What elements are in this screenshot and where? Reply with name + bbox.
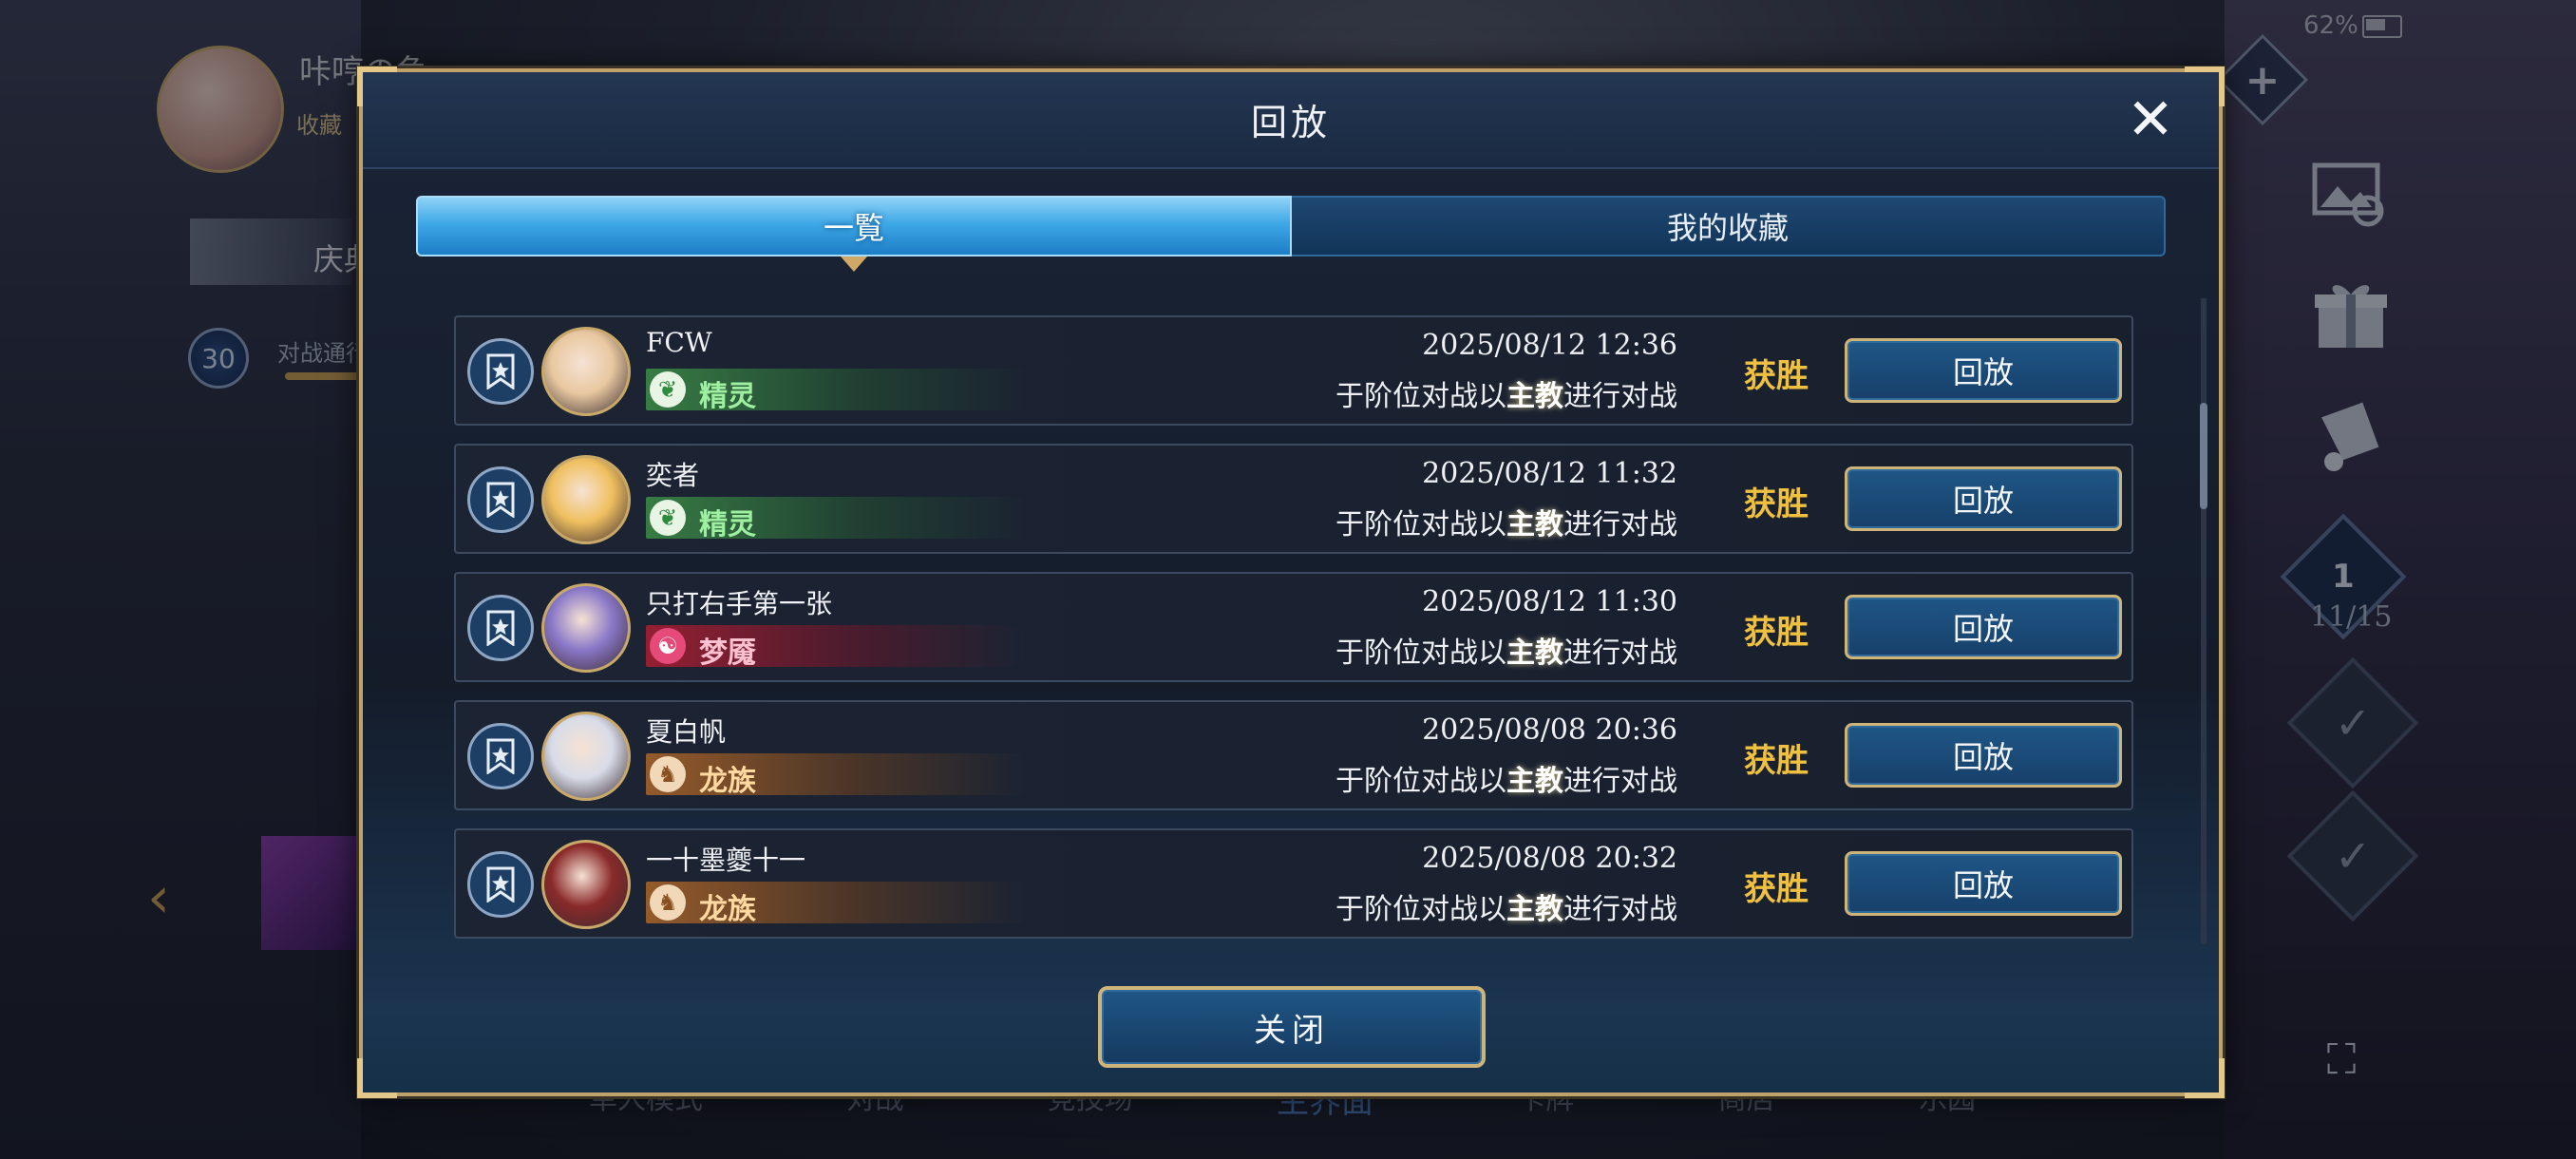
replay-button[interactable]: 回放 (1845, 595, 2122, 659)
class-name: 精灵 (699, 508, 756, 542)
match-description: 于阶位对战以主教进行对战 (1335, 765, 1677, 798)
leaf-icon: ❦ (650, 500, 686, 536)
opponent-name: 只打右手第一张 (646, 588, 833, 619)
tab-my-favorites[interactable]: 我的收藏 (1292, 196, 2166, 256)
replay-row: 奕者 ❦ 精灵 2025/08/12 11:32 于阶位对战以主教进行对战 获胜 回放 (454, 444, 2133, 554)
replay-button[interactable]: 回放 (1845, 723, 2122, 788)
player-portrait (541, 712, 631, 801)
class-badge: ❦ 精灵 (646, 497, 1026, 542)
scrollbar-thumb[interactable] (2200, 403, 2207, 509)
tab-all[interactable]: 一覧 (416, 196, 1292, 272)
dragon-icon: ♞ (650, 756, 686, 792)
match-description: 于阶位对战以主教进行对战 (1335, 508, 1677, 542)
match-description: 于阶位对战以主教进行对战 (1335, 636, 1677, 670)
class-badge: ☯ 梦魇 (646, 625, 1026, 670)
leaf-icon: ❦ (650, 371, 686, 408)
dialog-header: 回放 ✕ (363, 72, 2219, 169)
replay-button[interactable]: 回放 (1845, 466, 2122, 531)
match-datetime: 2025/08/08 20:32 (1422, 842, 1677, 875)
match-result: 获胜 (1744, 742, 1809, 780)
replay-button[interactable]: 回放 (1845, 338, 2122, 403)
class-name: 梦魇 (699, 636, 756, 670)
class-badge: ♞ 龙族 (646, 882, 1026, 926)
opponent-name: 奕者 (646, 460, 700, 491)
close-button[interactable]: 关闭 (1098, 986, 1486, 1068)
match-datetime: 2025/08/12 12:36 (1422, 329, 1677, 362)
opponent-name: 夏白帆 (646, 716, 727, 748)
class-name: 龙族 (699, 765, 756, 798)
player-portrait (541, 327, 631, 416)
replay-row: 只打右手第一张 ☯ 梦魇 2025/08/12 11:30 于阶位对战以主教进行对战 获胜… (454, 572, 2133, 682)
match-description: 于阶位对战以主教进行对战 (1335, 380, 1677, 413)
bookmark-icon[interactable] (467, 466, 534, 533)
match-datetime: 2025/08/08 20:36 (1422, 713, 1677, 747)
match-result: 获胜 (1744, 870, 1809, 908)
replay-row: 夏白帆 ♞ 龙族 2025/08/08 20:36 于阶位对战以主教进行对战 获胜 回放 (454, 700, 2133, 810)
bookmark-icon[interactable] (467, 723, 534, 789)
player-portrait (541, 840, 631, 929)
opponent-name: FCW (646, 327, 712, 358)
dialog-title: 回放 (1250, 102, 1331, 143)
class-badge: ♞ 龙族 (646, 753, 1026, 798)
class-badge: ❦ 精灵 (646, 369, 1026, 413)
match-datetime: 2025/08/12 11:30 (1422, 585, 1677, 618)
replay-row: FCW ❦ 精灵 2025/08/12 12:36 于阶位对战以主教进行对战 获胜 回放 (454, 315, 2133, 426)
replay-row: 一十墨夔十一 ♞ 龙族 2025/08/08 20:32 于阶位对战以主教进行对战 获胜回… (454, 828, 2133, 939)
replay-dialog: 回放 ✕ 一覧 我的收藏 FCW ❦ 精灵 2025/08/12 12:36 于阶位对战… (357, 66, 2225, 1098)
tab-bar: 一覧 我的收藏 (416, 196, 2166, 272)
bookmark-icon[interactable] (467, 338, 534, 405)
replay-list: FCW ❦ 精灵 2025/08/12 12:36 于阶位对战以主教进行对战 获胜 回放 奕者… (454, 315, 2147, 1009)
opponent-name: 一十墨夔十一 (646, 845, 806, 876)
player-portrait (541, 455, 631, 544)
match-result: 获胜 (1744, 485, 1809, 523)
match-datetime: 2025/08/12 11:32 (1422, 457, 1677, 490)
close-icon[interactable]: ✕ (2122, 91, 2179, 148)
bookmark-icon[interactable] (467, 851, 534, 918)
match-result: 获胜 (1744, 357, 1809, 395)
match-description: 于阶位对战以主教进行对战 (1335, 893, 1677, 926)
bookmark-icon[interactable] (467, 595, 534, 661)
class-name: 精灵 (699, 380, 756, 413)
class-name: 龙族 (699, 893, 756, 926)
replay-button[interactable]: 回放 (1845, 851, 2122, 916)
dragon-icon: ♞ (650, 884, 686, 921)
player-portrait (541, 583, 631, 673)
demon-icon: ☯ (650, 628, 686, 664)
scrollbar-track[interactable] (2201, 298, 2207, 944)
match-result: 获胜 (1744, 614, 1809, 652)
